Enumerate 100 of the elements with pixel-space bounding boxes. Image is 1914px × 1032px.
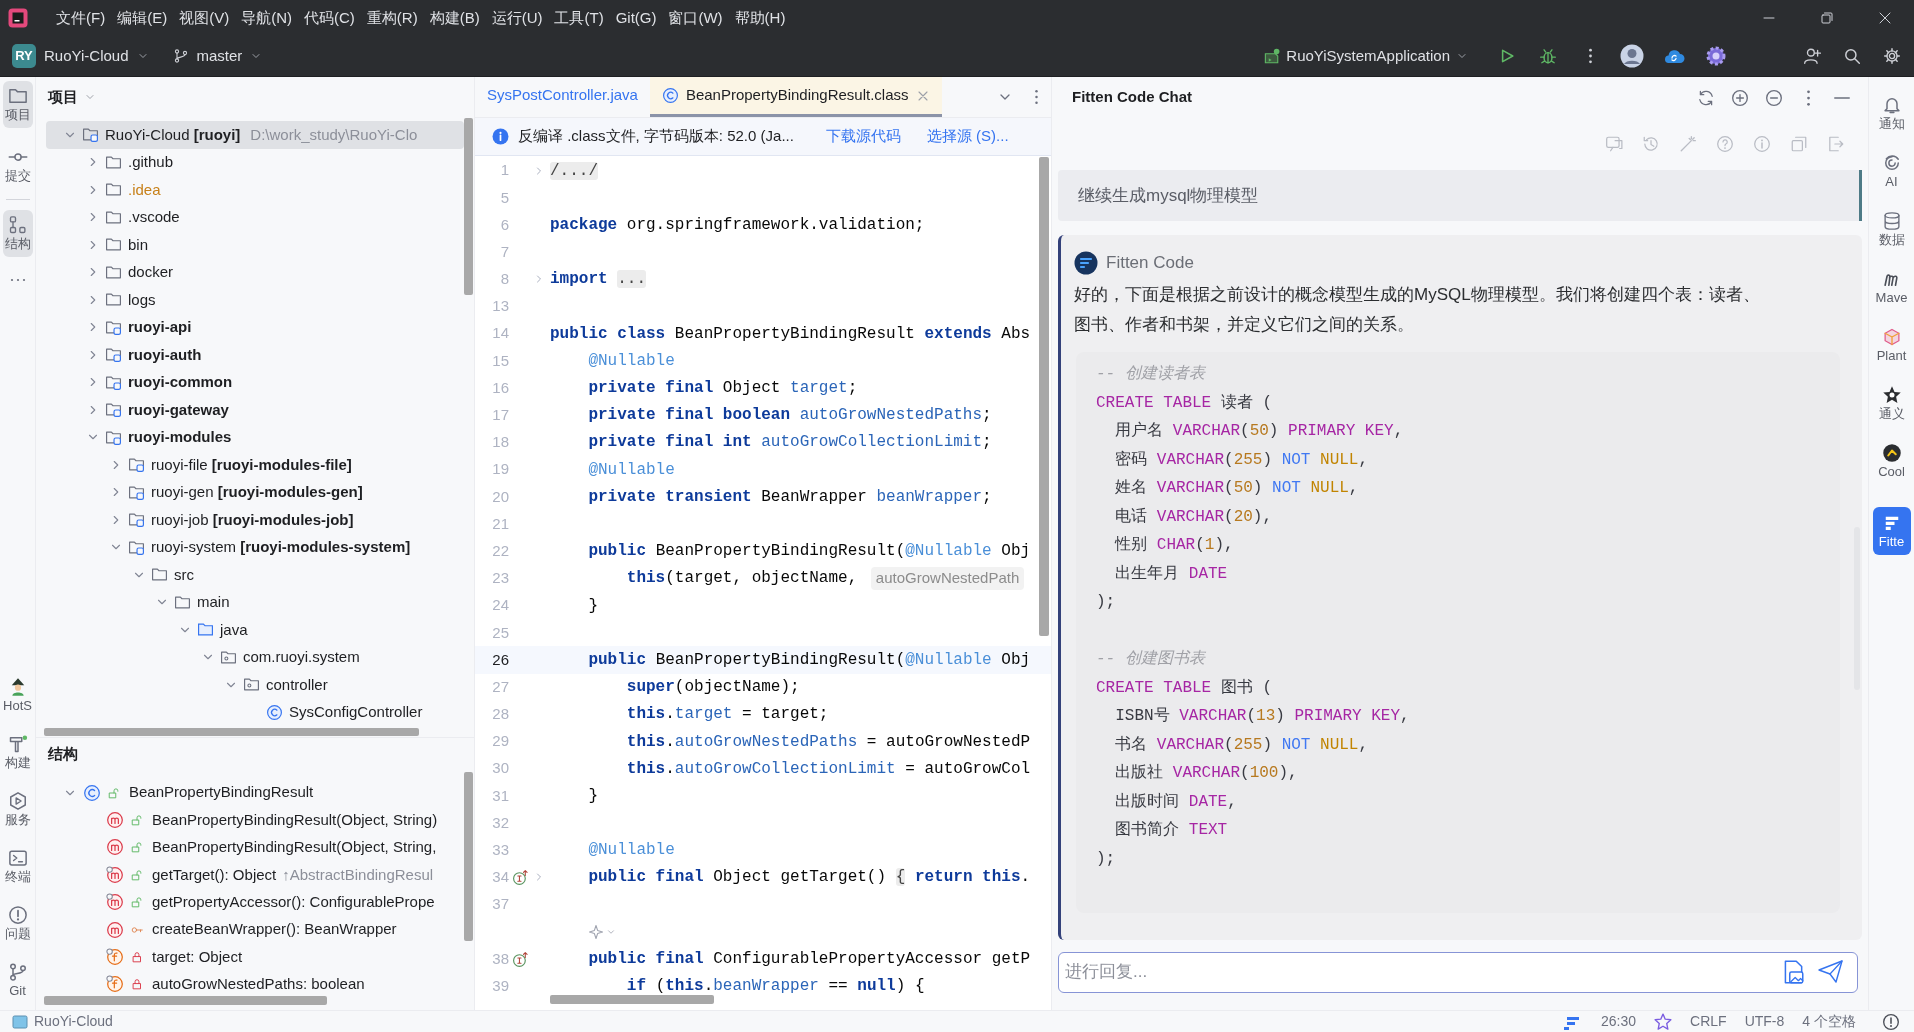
tool-window-button[interactable]: 问题 bbox=[2, 900, 33, 947]
chat-bubble-icon bbox=[1605, 135, 1623, 153]
tool-window-button[interactable]: 服务 bbox=[2, 786, 33, 833]
editor-tab[interactable]: SysPostController.java bbox=[475, 77, 650, 117]
scrollbar-thumb[interactable] bbox=[44, 996, 327, 1005]
encoding-selector[interactable]: UTF-8 bbox=[1744, 1011, 1785, 1032]
tree-item[interactable]: RuoYi-Cloud [ruoyi] D:\work_study\RuoYi-Clo bbox=[46, 121, 464, 149]
menu-item[interactable]: 构建(B) bbox=[423, 4, 486, 32]
tool-window-button[interactable]: Cool bbox=[1872, 437, 1911, 485]
scrollbar-thumb[interactable] bbox=[44, 728, 419, 736]
tree-item[interactable]: ruoyi-common bbox=[46, 368, 464, 396]
tree-item[interactable]: ruoyi-file [ruoyi-modules-file] bbox=[46, 451, 464, 479]
tree-item[interactable]: controller bbox=[46, 671, 464, 699]
export-icon bbox=[1827, 135, 1845, 153]
warning-circle-icon[interactable] bbox=[1882, 1012, 1900, 1031]
menu-item[interactable]: 代码(C) bbox=[298, 4, 361, 32]
tool-window-button[interactable]: Fitte bbox=[1872, 507, 1911, 555]
structure-item[interactable]: getPropertyAccessor(): ConfigurablePrope bbox=[46, 888, 464, 916]
scrollbar-thumb[interactable] bbox=[550, 995, 714, 1004]
star-knot-icon[interactable] bbox=[1654, 1012, 1673, 1031]
tree-item[interactable]: main bbox=[46, 588, 464, 616]
chat-input[interactable]: 进行回复... bbox=[1058, 951, 1858, 993]
scrollbar-thumb[interactable] bbox=[464, 772, 473, 941]
tool-window-button[interactable]: Plant bbox=[1872, 321, 1911, 369]
tree-item[interactable]: ruoyi-gen [ruoyi-modules-gen] bbox=[46, 478, 464, 506]
tool-window-button[interactable]: 结构 bbox=[2, 210, 33, 257]
run-configuration-selector[interactable]: RuoYiSystemApplication bbox=[1258, 41, 1472, 71]
interface-marker-icon[interactable] bbox=[511, 950, 529, 968]
tool-window-button[interactable]: AI bbox=[1872, 147, 1911, 195]
interface-marker-icon[interactable] bbox=[511, 868, 529, 886]
tool-window-button[interactable]: 提交 bbox=[2, 142, 33, 189]
editor-tab[interactable]: BeanPropertyBindingResult.class bbox=[649, 77, 942, 117]
tool-window-button[interactable]: 终端 bbox=[2, 843, 33, 890]
tree-item[interactable]: ruoyi-api bbox=[46, 313, 464, 341]
tool-window-button[interactable]: 通知 bbox=[1872, 89, 1911, 137]
class-icon bbox=[661, 87, 679, 104]
tree-item[interactable]: .vscode bbox=[46, 203, 464, 231]
tree-item[interactable]: com.ruoyi.system bbox=[46, 643, 464, 671]
answer-text: 好的，下面是根据之前设计的概念模型生成的MySQL物理模型。我们将创建四个表：读者、图书、作者和书架，并定义它们之间的关系。 bbox=[1074, 284, 1761, 336]
tool-window-button[interactable]: Git bbox=[2, 957, 33, 1004]
tool-window-button[interactable]: Mave bbox=[1872, 263, 1911, 311]
star-knot-icon bbox=[1881, 385, 1902, 405]
tree-item[interactable]: ruoyi-job [ruoyi-modules-job] bbox=[46, 506, 464, 534]
code-line: if (this.beanWrapper == null) { bbox=[625, 976, 925, 998]
app-logo-icon[interactable] bbox=[8, 8, 28, 28]
code-line: this(target, objectName, bbox=[625, 568, 859, 590]
code-line: this.autoGrowNestedPaths = autoGrowNestedP bbox=[625, 731, 1031, 753]
structure-item[interactable]: target: Object bbox=[46, 943, 464, 971]
scrollbar-thumb[interactable] bbox=[464, 118, 473, 295]
line-number: 5 bbox=[499, 187, 509, 208]
tree-item[interactable]: ruoyi-gateway bbox=[46, 396, 464, 424]
tree-item[interactable]: docker bbox=[46, 258, 464, 286]
structure-item[interactable]: autoGrowNestedPaths: boolean bbox=[46, 970, 464, 999]
tree-item[interactable]: .github bbox=[46, 148, 464, 176]
structure-item[interactable]: BeanPropertyBindingResult(Object, String, bbox=[46, 833, 464, 862]
project-selector[interactable]: RY RuoYi-Cloud bbox=[12, 41, 155, 71]
menu-item[interactable]: 编辑(E) bbox=[111, 4, 174, 32]
structure-item[interactable]: BeanPropertyBindingResult bbox=[46, 779, 464, 807]
tool-window-button[interactable]: HotS bbox=[2, 672, 33, 719]
tool-window-button[interactable]: 项目 bbox=[2, 81, 33, 128]
menu-item[interactable]: 窗口(W) bbox=[662, 4, 729, 32]
menu-item[interactable]: 运行(U) bbox=[485, 4, 549, 32]
tool-window-button[interactable]: 数据 bbox=[1872, 205, 1911, 253]
tool-window-button[interactable]: 通义 bbox=[1872, 379, 1911, 427]
module-folder-icon bbox=[128, 511, 145, 529]
ai-actions-button[interactable] bbox=[588, 923, 616, 940]
info-link[interactable]: 选择源 (S)... bbox=[926, 125, 1009, 148]
tree-item[interactable]: src bbox=[46, 561, 464, 589]
tree-item[interactable]: bin bbox=[46, 231, 464, 259]
tree-item[interactable]: java bbox=[46, 616, 464, 644]
gear-icon bbox=[1704, 44, 1728, 68]
structure-item[interactable]: createBeanWrapper(): BeanWrapper bbox=[46, 915, 464, 944]
menu-item[interactable]: Git(G) bbox=[609, 4, 663, 32]
menu-item[interactable]: 帮助(H) bbox=[728, 4, 792, 32]
menu-item[interactable]: 视图(V) bbox=[173, 4, 236, 32]
info-link[interactable]: 下载源代码 bbox=[825, 125, 901, 148]
tool-window-button[interactable]: 构建 bbox=[2, 729, 33, 776]
menu-item[interactable]: 文件(F) bbox=[50, 4, 112, 32]
menu-item[interactable]: 导航(N) bbox=[235, 4, 298, 32]
line-ending-selector[interactable]: CRLF bbox=[1690, 1011, 1727, 1032]
caret-position[interactable]: 26:30 bbox=[1601, 1011, 1637, 1032]
indent-selector[interactable]: 4 个空格 bbox=[1802, 1011, 1856, 1032]
tree-item[interactable]: ruoyi-auth bbox=[46, 341, 464, 369]
tree-item[interactable]: logs bbox=[46, 286, 464, 314]
tree-item[interactable]: ruoyi-modules bbox=[46, 423, 464, 451]
project-breadcrumb[interactable]: RuoYi-Cloud bbox=[12, 1011, 113, 1032]
structure-item[interactable]: BeanPropertyBindingResult(Object, String) bbox=[46, 806, 464, 834]
code-line: private final boolean autoGrowNestedPaths; bbox=[587, 405, 992, 427]
structure-item[interactable]: getTarget(): Object ↑AbstractBindingResul bbox=[46, 861, 464, 889]
code-line: CREATE TABLE 读者 ( bbox=[1096, 392, 1273, 414]
avatar-icon bbox=[1620, 44, 1644, 68]
scrollbar-thumb[interactable] bbox=[1039, 157, 1049, 636]
tree-item[interactable]: ruoyi-system [ruoyi-modules-system] bbox=[46, 533, 464, 561]
settings-icon bbox=[1883, 47, 1901, 65]
panel-title-dropdown[interactable]: 项目 bbox=[48, 85, 96, 109]
menu-item[interactable]: 重构(R) bbox=[360, 4, 424, 32]
tree-item[interactable]: SysConfigController bbox=[46, 698, 464, 726]
branch-selector[interactable]: master bbox=[172, 41, 269, 71]
search-icon bbox=[1843, 47, 1861, 65]
menu-item[interactable]: 工具(T) bbox=[548, 4, 610, 32]
